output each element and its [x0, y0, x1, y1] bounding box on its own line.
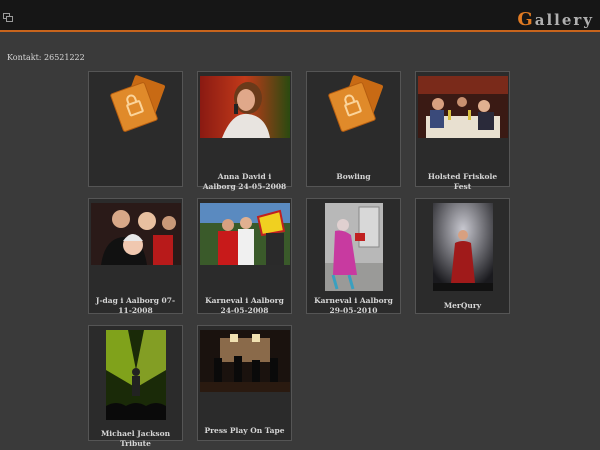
album-thumbnail[interactable]: [324, 203, 383, 291]
album-thumbnail[interactable]: [199, 76, 290, 138]
album-thumbnail[interactable]: [106, 75, 166, 135]
photo-singer-icon: [199, 76, 290, 138]
album-tile[interactable]: MerQury: [415, 198, 510, 314]
lock-folder-icon: [109, 75, 165, 132]
album-caption[interactable]: Bowling: [309, 172, 398, 182]
album-caption[interactable]: MerQury: [418, 301, 507, 311]
windows-icon: [3, 13, 13, 22]
album-thumbnail[interactable]: [432, 203, 493, 291]
album-tile[interactable]: [88, 71, 183, 187]
photo-costume-icon: [324, 203, 383, 291]
album-tile[interactable]: Karneval i Aalborg 24-05-2008: [197, 198, 292, 316]
page-title: Gallery: [517, 9, 594, 30]
page-title-rest: allery: [534, 11, 594, 29]
lock-folder-icon: [327, 75, 383, 132]
photo-stage-icon: [432, 203, 493, 291]
album-tile[interactable]: J-dag i Aalborg 07-11-2008: [88, 198, 183, 316]
photo-party-icon: [417, 76, 508, 138]
album-thumbnail[interactable]: [417, 76, 508, 138]
album-tile[interactable]: Holsted Friskole Fest: [415, 71, 510, 191]
page-title-initial: G: [517, 9, 535, 30]
album-caption[interactable]: Press Play On Tape: [200, 426, 289, 436]
album-thumbnail[interactable]: [90, 203, 181, 265]
contact-info: Kontakt: 26521222: [7, 53, 85, 62]
album-tile[interactable]: Bowling: [306, 71, 401, 187]
album-caption[interactable]: Karneval i Aalborg 24-05-2008: [200, 296, 289, 316]
album-caption[interactable]: Michael Jackson Tribute: [91, 429, 180, 449]
photo-band-icon: [199, 330, 290, 392]
album-thumbnail[interactable]: [199, 203, 290, 265]
album-caption[interactable]: Karneval i Aalborg 29-05-2010: [309, 296, 398, 316]
album-thumbnail[interactable]: [105, 330, 166, 420]
album-tile[interactable]: Michael Jackson Tribute: [88, 325, 183, 448]
album-caption[interactable]: Holsted Friskole Fest: [418, 172, 507, 192]
album-caption[interactable]: Anna David i Aalborg 24-05-2008: [200, 172, 289, 192]
album-tile[interactable]: Press Play On Tape: [197, 325, 292, 441]
photo-tribute-icon: [105, 330, 166, 420]
album-tile[interactable]: Anna David i Aalborg 24-05-2008: [197, 71, 292, 191]
album-thumbnail[interactable]: [324, 75, 384, 135]
top-bar: Gallery: [0, 0, 600, 32]
photo-group-icon: [90, 203, 181, 265]
album-tile[interactable]: Karneval i Aalborg 29-05-2010: [306, 198, 401, 316]
album-thumbnail[interactable]: [199, 330, 290, 392]
album-caption[interactable]: J-dag i Aalborg 07-11-2008: [91, 296, 180, 316]
photo-carnival-icon: [199, 203, 290, 265]
